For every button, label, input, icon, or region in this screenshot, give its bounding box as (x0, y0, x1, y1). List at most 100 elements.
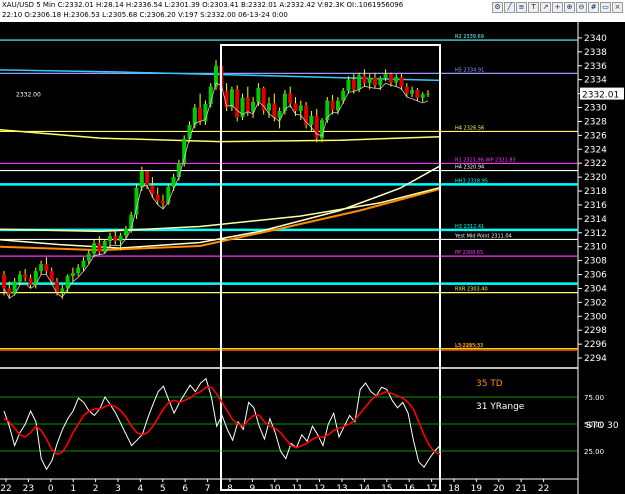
y-tick-label: 2328 (584, 117, 607, 127)
yrange-label: 31 YRange (476, 402, 525, 412)
candle-body (176, 163, 181, 178)
candle-body (123, 228, 128, 236)
candle-body (44, 264, 49, 272)
x-tick-label: 22 (0, 484, 11, 494)
candle-body (394, 76, 399, 83)
y-tick-label: 2306 (584, 271, 607, 281)
candle-body (272, 103, 277, 118)
price-chart[interactable]: 2340 2338 2336 2334 23 3 2 2330 2328 2326 2324 2322… (0, 0, 625, 494)
x-tick-label: 3 (115, 484, 121, 494)
candle-body (86, 253, 91, 261)
x-tick-label: 10 (269, 484, 281, 494)
candle-body (155, 194, 160, 201)
level-label: Yest Mid Point 2311.04 (454, 233, 512, 239)
candle-body (118, 235, 123, 242)
level-label: PP 2308.65 (455, 250, 483, 256)
level-label: H3 2312.41 (455, 224, 484, 230)
sto-label: STO 30 (586, 421, 619, 431)
x-tick-label: 7 (205, 484, 211, 494)
x-tick-label: 2 (93, 484, 99, 494)
candle-body (139, 171, 144, 188)
level-label: HH3 2318.95 (455, 178, 488, 184)
candle-body (161, 200, 165, 204)
candle-body (388, 74, 393, 83)
candle-body (378, 78, 383, 86)
x-tick-label: 8 (227, 484, 233, 494)
x-tick-label: 1 (70, 484, 76, 494)
candle-body (426, 93, 430, 95)
y-tick-label: 2300 (584, 312, 607, 322)
level-label: R1 2321.96 WP 2321.83 (455, 157, 516, 163)
x-tick-label: 15 (381, 484, 392, 494)
x-tick-label: 9 (250, 484, 256, 494)
x-tick-label: 23 (23, 484, 34, 494)
x-tick-label: 17 (426, 484, 437, 494)
x-tick-label: 4 (138, 484, 144, 494)
x-tick-label: 21 (515, 484, 526, 494)
y-tick-label: 2296 (584, 340, 607, 350)
level-label: S 2295.12 (455, 344, 480, 350)
x-tick-label: 0 (48, 484, 54, 494)
candle-body (245, 97, 250, 112)
candle-body (113, 236, 118, 242)
candle-body (404, 86, 409, 94)
candle-body (145, 171, 150, 186)
td-label: 35 TD (476, 379, 503, 389)
y-tick-label: 2310 (584, 243, 607, 253)
candle-body (261, 88, 266, 111)
candle-body (235, 89, 240, 118)
candle-body (39, 264, 44, 272)
candle-body (383, 74, 388, 79)
candle-body (187, 124, 192, 139)
candle-body (346, 79, 351, 91)
x-tick-label: 6 (182, 484, 188, 494)
y-tick-label: 2304 (584, 284, 607, 294)
x-tick-label: 18 (448, 484, 460, 494)
y-tick-label: 2318 (584, 187, 607, 197)
y-tick-label: 2294 (584, 354, 607, 364)
x-tick-label: 19 (471, 484, 483, 494)
candle-body (229, 89, 234, 108)
y-tick-label: 2302 (584, 298, 607, 308)
x-tick-label: 20 (493, 484, 505, 494)
candle-body (198, 107, 203, 122)
last-price-label: 2332.01 (582, 91, 619, 101)
price-label-left: 2332.00 (16, 92, 41, 99)
candle-body (81, 260, 86, 268)
x-tick-label: 12 (314, 484, 325, 494)
candle-body (60, 288, 65, 292)
candle-body (102, 241, 107, 253)
x-tick-label: 16 (403, 484, 415, 494)
level-label: H4 2326.56 (455, 125, 484, 131)
y-tick-label: 2324 (584, 145, 607, 155)
osc-tick-label: 25.00 (584, 448, 604, 456)
candle-body (182, 138, 187, 164)
level-label: RXR 2303.40 (455, 287, 488, 293)
y-tick-label: 2314 (584, 215, 607, 225)
candle-body (256, 88, 261, 102)
candle-body (2, 274, 6, 289)
y-tick-label: 2312 (584, 229, 607, 239)
x-tick-label: 5 (160, 484, 166, 494)
candle-body (330, 100, 335, 111)
candle-body (293, 103, 298, 111)
x-tick-label: 14 (359, 484, 371, 494)
candle-body (420, 94, 425, 98)
candle-body (92, 243, 97, 254)
candle-body (76, 267, 81, 274)
y-tick-label: 2338 (584, 48, 607, 58)
candle-body (335, 100, 340, 111)
level-label: H5 2334.91 (455, 67, 484, 73)
candle-body (192, 107, 197, 125)
candle-body (410, 90, 415, 94)
candle-body (49, 271, 54, 282)
level-label: H4 2320.94 (455, 165, 484, 171)
candle-body (288, 93, 293, 104)
x-tick-label: 22 (538, 484, 549, 494)
y-tick-label: 2340 (584, 34, 607, 44)
candle-body (166, 186, 171, 204)
y-tick-label: 2298 (584, 326, 607, 336)
osc-tick-label: 75.00 (584, 394, 604, 402)
candle-body (357, 75, 362, 90)
y-tick-label: 2334 (584, 76, 607, 86)
